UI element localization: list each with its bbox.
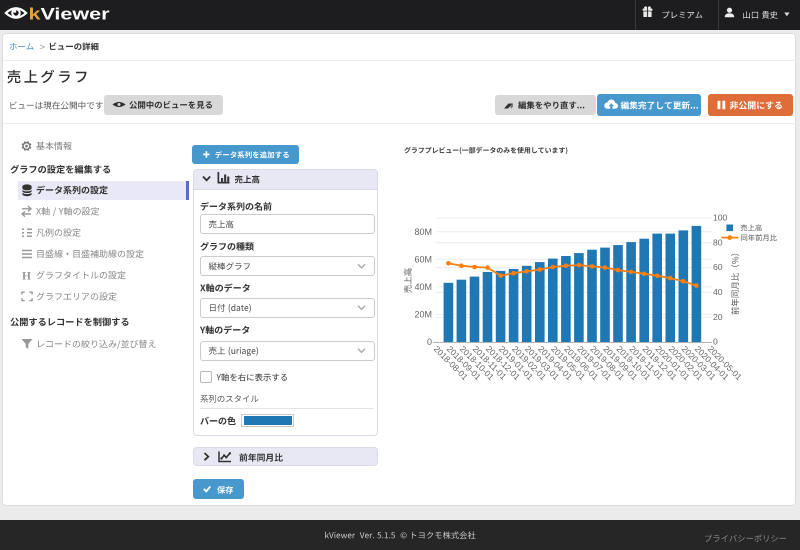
svg-text:0: 0 [427,337,432,347]
svg-text:80: 80 [713,237,723,247]
svg-text:60: 60 [713,262,723,272]
svg-text:40: 40 [713,287,723,297]
svg-text:60M: 60M [414,255,432,265]
svg-text:20: 20 [713,312,723,322]
svg-text:20M: 20M [414,310,432,320]
svg-text:100: 100 [713,213,728,223]
svg-text:80M: 80M [414,227,432,237]
svg-text:H: H [22,271,31,283]
svg-text:>: > [40,42,46,53]
svg-text:40M: 40M [414,282,432,292]
svg-text:kViewer: k Viewer [29,5,111,24]
